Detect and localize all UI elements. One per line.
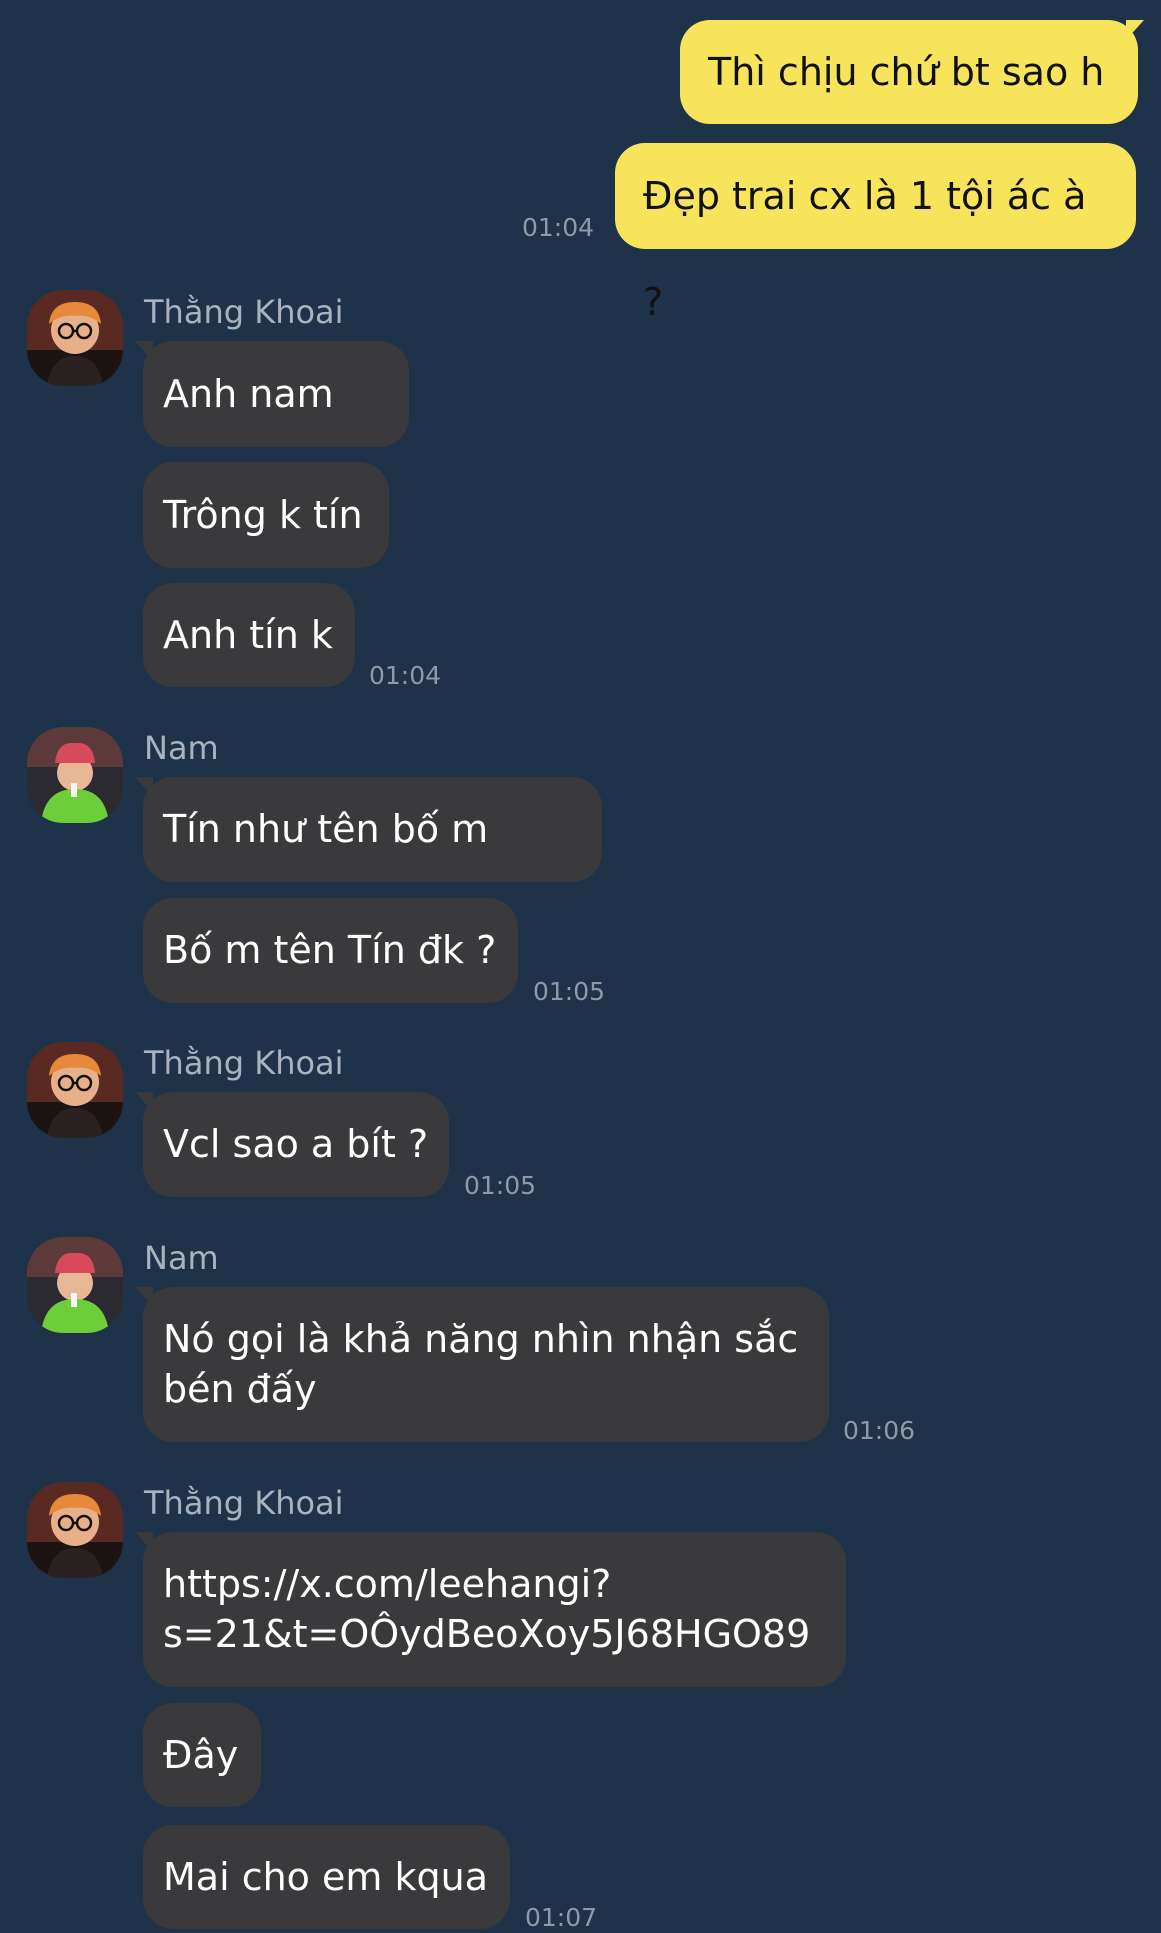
incoming-message[interactable]: Đây	[143, 1703, 261, 1807]
link-message[interactable]: https://x.com/leehangi? s=21&t=OÔydBeoXo…	[143, 1532, 846, 1687]
bubble-tail	[1126, 20, 1144, 40]
chat-screen: { "messages": { "out_1": "Thì chịu chứ b…	[0, 0, 1161, 1932]
sender-name: Nam	[144, 1239, 219, 1277]
incoming-message[interactable]: Trông k tín	[143, 462, 389, 568]
sender-name: Thằng Khoai	[144, 1484, 344, 1522]
message-timestamp: 01:06	[843, 1416, 916, 1445]
avatar-nam-icon[interactable]	[27, 727, 123, 823]
outgoing-message[interactable]: Đẹp trai cx là 1 tội ác à ?	[615, 143, 1136, 324]
incoming-message[interactable]: Tín như tên bố m luôn	[143, 777, 602, 956]
sender-name: Thằng Khoai	[144, 1044, 344, 1082]
sender-name: Thằng Khoai	[144, 293, 344, 331]
sender-name: Nam	[144, 729, 219, 767]
incoming-message[interactable]: Vcl sao a bít ?	[143, 1092, 449, 1197]
avatar-khoai-icon[interactable]	[27, 1482, 123, 1578]
avatar-nam-icon[interactable]	[27, 1237, 123, 1333]
message-timestamp: 01:07	[525, 1903, 598, 1932]
outgoing-message[interactable]: Thì chịu chứ bt sao h	[680, 20, 1138, 124]
incoming-message[interactable]: Mai cho em kqua	[143, 1825, 510, 1929]
message-timestamp: 01:04	[522, 213, 595, 242]
incoming-message[interactable]: Bố m tên Tín đk ?	[143, 898, 518, 1003]
avatar-khoai-icon[interactable]	[27, 1042, 123, 1138]
incoming-message[interactable]: Nó gọi là khả năng nhìn nhận sắc bén đấy	[143, 1287, 829, 1442]
incoming-message[interactable]: Anh nam ấy	[143, 341, 409, 522]
message-timestamp: 01:05	[464, 1171, 537, 1200]
message-timestamp: 01:05	[533, 977, 606, 1006]
message-timestamp: 01:04	[369, 661, 442, 690]
avatar-khoai-icon[interactable]	[27, 290, 123, 386]
incoming-message[interactable]: Anh tín k	[143, 583, 355, 687]
